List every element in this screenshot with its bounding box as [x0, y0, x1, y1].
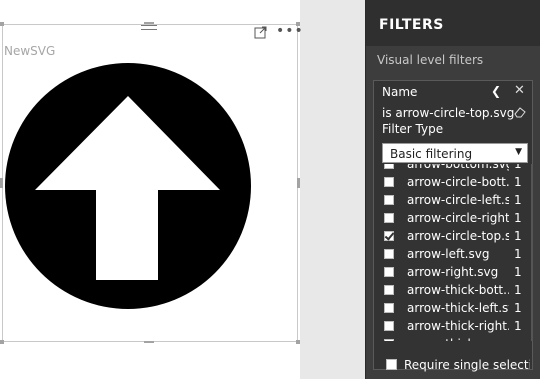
filter-item-label: arrow-circle-bott...	[407, 175, 509, 189]
filter-item-count: 1	[514, 247, 522, 261]
arrow-circle-top-image	[5, 63, 251, 309]
filter-item-count: 1	[514, 193, 522, 207]
resize-handle-top[interactable]	[144, 22, 154, 24]
filter-list-item[interactable]: arrow-right.svg 1	[374, 264, 532, 282]
canvas-margin	[300, 0, 365, 379]
resize-handle-bottom[interactable]	[144, 341, 154, 343]
resize-handle-bottom-right[interactable]	[296, 340, 300, 344]
filter-item-count: 1	[514, 265, 522, 279]
filter-field-name: Name	[382, 85, 418, 99]
filter-item-label: arrow-circle-top.s...	[407, 229, 509, 243]
filter-item-checkbox[interactable]	[384, 164, 394, 169]
filter-list-item[interactable]: arrow-circle-bott... 1	[374, 174, 532, 192]
resize-handle-bottom-left[interactable]	[0, 340, 4, 344]
filter-list-item[interactable]: arrow-bottom.svg 1	[374, 164, 532, 174]
filter-item-checkbox[interactable]	[384, 177, 394, 187]
filter-item-label: arrow-right.svg	[407, 265, 499, 279]
filter-item-label: arrow-thick-bott...	[407, 283, 509, 297]
resize-handle-left[interactable]	[0, 178, 3, 188]
chevron-down-icon: ▼	[515, 147, 522, 157]
filter-type-value: Basic filtering	[390, 147, 473, 161]
filters-pane-header: FILTERS	[366, 0, 540, 46]
filter-card: Name ❮ ✕ is arrow-circle-top.svg Filter …	[373, 80, 533, 372]
close-icon[interactable]: ✕	[514, 83, 525, 98]
filter-item-checkbox[interactable]	[384, 213, 394, 223]
filter-type-dropdown[interactable]: Basic filtering ▼	[382, 143, 528, 163]
filter-item-label: arrow-left.svg	[407, 247, 490, 261]
filter-list-item[interactable]: arrow-circle-top.s... 1	[374, 228, 532, 246]
filter-list-item[interactable]: arrow-circle-left.s... 1	[374, 192, 532, 210]
filter-list-item[interactable]: arrow-thick-left.svg 1	[374, 300, 532, 318]
filter-item-label: arrow-thick-left.svg	[407, 301, 509, 315]
filter-item-count: 1	[514, 211, 522, 225]
filter-list-item[interactable]: arrow-thick-...	[374, 336, 532, 341]
require-single-selection-checkbox[interactable]	[386, 359, 397, 370]
filter-item-count: 1	[514, 164, 522, 171]
filter-item-count: 1	[514, 175, 522, 189]
visual-level-filters-label: Visual level filters	[377, 53, 484, 67]
resize-handle-top-left[interactable]	[0, 22, 4, 26]
filter-item-checkbox[interactable]	[384, 195, 394, 205]
filter-summary: is arrow-circle-top.svg	[382, 106, 515, 120]
filter-item-checkbox[interactable]	[384, 321, 394, 331]
filter-item-checkbox[interactable]	[384, 303, 394, 313]
more-options-icon[interactable]: •••	[276, 24, 304, 38]
filter-type-label: Filter Type	[382, 122, 444, 136]
require-single-selection-option[interactable]: Require single selecti...	[374, 357, 532, 375]
filter-item-count: 1	[514, 229, 522, 243]
filters-pane-title: FILTERS	[379, 17, 444, 33]
filter-item-label: arrow-thick-...	[407, 337, 509, 341]
filter-item-checkbox[interactable]	[384, 285, 394, 295]
filter-value-list[interactable]: arrow-bottom.svg 1 arrow-circle-bott... 1 ar…	[374, 164, 532, 341]
filter-item-count: 1	[514, 283, 522, 297]
filter-item-label: arrow-circle-left.s...	[407, 193, 509, 207]
visual-title: NewSVG	[4, 44, 56, 58]
filter-item-checkbox[interactable]	[384, 267, 394, 277]
filter-item-label: arrow-circle-right...	[407, 211, 509, 225]
focus-mode-icon[interactable]	[254, 25, 268, 39]
filter-item-label: arrow-bottom.svg	[407, 164, 509, 171]
drag-grip-icon[interactable]	[141, 25, 157, 34]
filter-item-count: 1	[514, 319, 522, 333]
filter-item-count: 1	[514, 301, 522, 315]
filter-item-label: arrow-thick-right...	[407, 319, 509, 333]
filter-item-checkbox[interactable]	[384, 231, 394, 241]
require-single-selection-label: Require single selecti...	[404, 358, 530, 372]
filter-list-item[interactable]: arrow-circle-right... 1	[374, 210, 532, 228]
eraser-icon[interactable]	[514, 106, 526, 118]
filters-pane: FILTERS Visual level filters Name ❮ ✕ is…	[365, 0, 540, 379]
chevron-up-icon[interactable]: ❮	[491, 84, 501, 98]
filter-list-item[interactable]: arrow-thick-right... 1	[374, 318, 532, 336]
list-scrollbar[interactable]	[531, 164, 533, 341]
resize-handle-right[interactable]	[297, 178, 300, 188]
filter-item-checkbox[interactable]	[384, 249, 394, 259]
filter-item-checkbox[interactable]	[384, 339, 394, 341]
filter-list-item[interactable]: arrow-thick-bott... 1	[374, 282, 532, 300]
filter-list-item[interactable]: arrow-left.svg 1	[374, 246, 532, 264]
